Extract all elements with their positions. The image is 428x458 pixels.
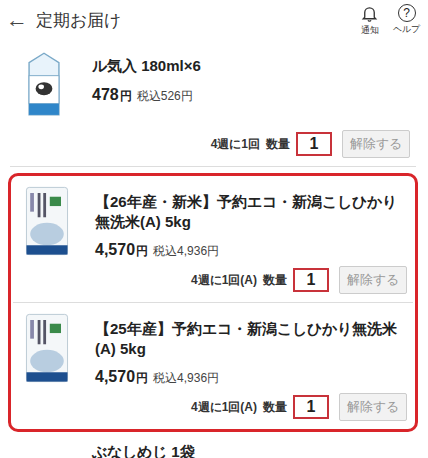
subscription-item: ル気入 180ml×6 478円 税込526円 4週に1回 数量 1 解除する (8, 40, 418, 166)
cancel-button[interactable]: 解除する (339, 266, 407, 294)
milk-carton-icon (16, 46, 72, 124)
quantity-label: 数量 (263, 272, 287, 289)
item-title[interactable]: ぶなしめじ 1袋 (92, 442, 410, 458)
quantity-field[interactable]: 1 (293, 268, 329, 292)
header-action[interactable]: 通知 (360, 4, 379, 37)
item-price: 4,570円 税込4,936円 (95, 241, 407, 260)
quantity-label: 数量 (263, 399, 287, 416)
header-action[interactable]: ? ヘルプ (393, 4, 420, 36)
item-title[interactable]: 【26年産・新米】予約エコ・新潟こしひかり無洗米(A) 5kg (95, 192, 407, 231)
subscription-item: ぶなしめじ 1袋 (8, 436, 418, 458)
rice-bag-icon (19, 182, 75, 260)
item-list: ル気入 180ml×6 478円 税込526円 4週に1回 数量 1 解除する … (0, 40, 428, 458)
bell-icon (360, 4, 379, 23)
quantity-field[interactable]: 1 (296, 132, 332, 156)
item-price: 478円 税込526円 (92, 86, 410, 105)
schedule-label[interactable]: 4週に1回(A) (191, 399, 257, 416)
cancel-button[interactable]: 解除する (339, 393, 407, 421)
subscription-item: 【26年産・新米】予約エコ・新潟こしひかり無洗米(A) 5kg 4,570円 税… (11, 176, 415, 302)
page-title: 定期お届け (36, 9, 352, 32)
item-title[interactable]: ル気入 180ml×6 (92, 56, 410, 76)
help-icon: ? (398, 4, 416, 22)
screen: ← 定期お届け 通知 ? ヘルプ ル気入 180ml×6 478円 税込526円 … (0, 0, 428, 458)
quantity-field[interactable]: 1 (293, 395, 329, 419)
back-button[interactable]: ← (6, 9, 28, 31)
rice-bag-icon (19, 309, 75, 387)
cancel-button[interactable]: 解除する (342, 130, 410, 158)
item-price: 4,570円 税込4,936円 (95, 368, 407, 387)
header-bar: ← 定期お届け 通知 ? ヘルプ (0, 0, 428, 40)
schedule-label[interactable]: 4週に1回(A) (191, 272, 257, 289)
quantity-label: 数量 (266, 136, 290, 153)
item-title[interactable]: 【25年産】予約エコ・新潟こしひかり無洗米(A) 5kg (95, 319, 407, 358)
schedule-label[interactable]: 4週に1回 (211, 136, 260, 153)
highlight-frame: 【26年産・新米】予約エコ・新潟こしひかり無洗米(A) 5kg 4,570円 税… (8, 173, 418, 432)
subscription-item: 【25年産】予約エコ・新潟こしひかり無洗米(A) 5kg 4,570円 税込4,… (11, 303, 415, 429)
